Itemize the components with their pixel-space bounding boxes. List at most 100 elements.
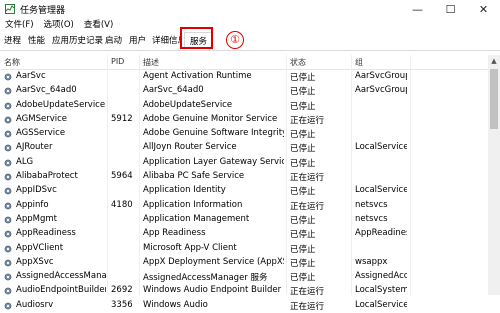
service-status: 正在运行 — [290, 201, 325, 212]
service-status: 已停止 — [290, 101, 316, 112]
service-pid: 5964 — [111, 171, 133, 182]
service-group: LocalService... — [355, 185, 407, 196]
service-description: Microsoft App-V Client — [143, 242, 237, 253]
column-header-status[interactable]: 状态 — [290, 57, 306, 68]
table-row[interactable]: AppIDSvc Application Identity 已停止 LocalServ… — [0, 184, 488, 198]
service-gear-icon — [4, 87, 12, 95]
service-status: 正在运行 — [290, 115, 325, 126]
service-name: AppMgmt — [16, 213, 57, 224]
tab-performance[interactable]: 性能 — [28, 35, 45, 47]
service-gear-icon — [4, 116, 12, 124]
service-description: Adobe Genuine Monitor Service — [143, 113, 278, 124]
column-header-pid[interactable]: PID — [111, 57, 124, 66]
service-status: 已停止 — [290, 215, 316, 226]
service-description: Windows Audio — [143, 299, 208, 310]
service-group: AssignedAcc... — [355, 271, 407, 282]
menu-view[interactable]: 查看(V) — [79, 18, 118, 32]
service-gear-icon — [4, 73, 12, 81]
service-description: Windows Audio Endpoint Builder — [143, 285, 282, 296]
close-button[interactable]: ✕ — [467, 0, 500, 18]
column-header-description[interactable]: 描述 — [143, 57, 159, 68]
service-group: wsappx — [355, 256, 388, 267]
service-group: LocalService... — [355, 142, 407, 153]
table-row[interactable]: Audiosrv 3356 Windows Audio 正在运行 LocalServic… — [0, 299, 488, 313]
service-description: AppX Deployment Service (AppXSV... — [143, 256, 284, 267]
service-status: 已停止 — [290, 73, 316, 83]
table-row[interactable]: ALG Application Layer Gateway Service 已停止 — [0, 156, 488, 170]
service-name: AJRouter — [16, 142, 53, 153]
menu-file[interactable]: 文件(F) — [0, 18, 39, 32]
service-description: AllJoyn Router Service — [143, 142, 237, 153]
vertical-scrollbar[interactable]: ▲ — [488, 55, 500, 295]
service-gear-icon — [4, 216, 12, 224]
service-name: AssignedAccessMana... — [16, 271, 106, 282]
service-name: AppXSvc — [16, 256, 54, 267]
service-group: netsvcs — [355, 213, 388, 224]
service-status: 正在运行 — [290, 301, 325, 312]
annotation-step-number: ① — [226, 31, 244, 49]
service-status: 已停止 — [290, 87, 316, 98]
menu-options[interactable]: 选项(O) — [39, 18, 79, 32]
table-row[interactable]: AGSService Adobe Genuine Software Integri… — [0, 127, 488, 141]
table-row[interactable]: AudioEndpointBuilder 2692 Windows Audio En… — [0, 284, 488, 298]
table-row[interactable]: AlibabaProtect 5964 Alibaba PC Safe Servic… — [0, 170, 488, 184]
maximize-button[interactable]: ☐ — [434, 0, 467, 18]
scroll-thumb[interactable] — [490, 69, 498, 129]
service-status: 已停止 — [290, 144, 316, 155]
service-name: AdobeUpdateService — [16, 99, 106, 110]
service-gear-icon — [4, 159, 12, 167]
service-status: 已停止 — [290, 244, 316, 255]
service-name: ALG — [16, 156, 34, 167]
service-group: AarSvcGroup — [355, 71, 407, 81]
table-row[interactable]: Appinfo 4180 Application Information 正在运行 ne… — [0, 199, 488, 213]
tab-users[interactable]: 用户 — [129, 35, 146, 47]
service-status: 已停止 — [290, 258, 316, 269]
tab-app-history[interactable]: 应用历史记录 — [52, 35, 103, 47]
service-name: AGSService — [16, 128, 66, 139]
table-row[interactable]: AppXSvc AppX Deployment Service (AppXSV..… — [0, 256, 488, 270]
column-header-group[interactable]: 组 — [355, 57, 363, 68]
annotation-highlight-box — [180, 27, 213, 49]
service-status: 已停止 — [290, 187, 316, 198]
service-name: AGMService — [16, 113, 67, 124]
table-row[interactable]: AGMService 5912 Adobe Genuine Monitor Serv… — [0, 113, 488, 127]
tab-details[interactable]: 详细信息 — [152, 35, 182, 47]
table-row[interactable]: AarSvc Agent Activation Runtime 已停止 AarSvcG… — [0, 70, 488, 84]
service-description: Agent Activation Runtime — [143, 71, 252, 81]
service-gear-icon — [4, 245, 12, 252]
service-group: LocalSystem... — [355, 285, 407, 296]
title-bar: 任务管理器 — ☐ ✕ — [0, 0, 500, 18]
service-name: AppReadiness — [16, 228, 76, 239]
table-row[interactable]: AarSvc_64ad0 AarSvc_64ad0 已停止 AarSvcGroup — [0, 84, 488, 98]
services-list: AarSvc Agent Activation Runtime 已停止 AarSvcG… — [0, 70, 488, 313]
service-description: AarSvc_64ad0 — [143, 85, 204, 96]
minimize-button[interactable]: — — [401, 0, 434, 18]
service-pid: 5912 — [111, 113, 133, 124]
service-gear-icon — [4, 130, 12, 138]
service-pid: 4180 — [111, 199, 133, 210]
scroll-up-icon[interactable]: ▲ — [488, 55, 500, 67]
table-row[interactable]: AppVClient Microsoft App-V Client 已停止 — [0, 242, 488, 256]
service-group: AppReadiness — [355, 228, 407, 239]
service-status: 已停止 — [290, 273, 316, 284]
service-name: Appinfo — [16, 199, 49, 210]
table-row[interactable]: AssignedAccessMana... AssignedAccessManag… — [0, 270, 488, 284]
tab-startup[interactable]: 启动 — [105, 35, 122, 47]
service-description: Alibaba PC Safe Service — [143, 171, 245, 182]
service-description: AssignedAccessManager 服务 — [143, 273, 268, 284]
table-row[interactable]: AJRouter AllJoyn Router Service 已停止 LocalSe… — [0, 141, 488, 155]
task-manager-icon — [5, 4, 15, 14]
service-description: Adobe Genuine Software Integrity ... — [143, 128, 284, 139]
service-gear-icon — [4, 273, 12, 281]
tab-processes[interactable]: 进程 — [4, 35, 21, 47]
service-gear-icon — [4, 259, 12, 267]
service-description: App Readiness — [143, 228, 206, 239]
service-gear-icon — [4, 202, 12, 210]
service-gear-icon — [4, 145, 12, 152]
service-description: Application Layer Gateway Service — [143, 156, 284, 167]
table-row[interactable]: AdobeUpdateService AdobeUpdateService 已停止 — [0, 99, 488, 113]
table-row[interactable]: AppMgmt Application Management 已停止 netsvcs — [0, 213, 488, 227]
service-description: Application Identity — [143, 185, 226, 196]
column-header-name[interactable]: 名称 — [4, 57, 20, 68]
table-row[interactable]: AppReadiness App Readiness 已停止 AppReadiness — [0, 227, 488, 241]
